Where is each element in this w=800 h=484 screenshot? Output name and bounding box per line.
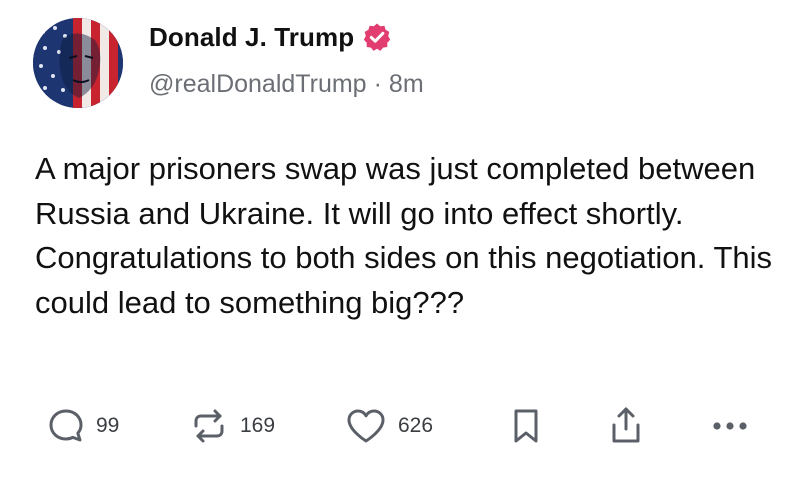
author-handle[interactable]: @realDonaldTrump [149,70,367,99]
share-button[interactable] [608,402,644,450]
reply-count: 99 [96,414,120,437]
share-icon [612,407,640,443]
repost-button[interactable]: 169 [188,402,275,450]
post-timestamp[interactable]: 8m [389,70,424,99]
more-icon [713,422,747,430]
post-body-text: A major prisoners swap was just complete… [35,151,773,320]
meta-separator: · [373,70,382,98]
verified-badge-icon [362,22,392,52]
reply-icon [49,409,83,442]
more-options-button[interactable] [710,402,750,450]
repost-count: 169 [240,414,276,437]
repost-icon [194,409,224,443]
author-name-row: Donald J. Trump [149,17,392,57]
post-action-bar: 99 169 626 [46,402,766,450]
author-display-name[interactable]: Donald J. Trump [149,22,354,53]
flag-portrait-avatar-icon [33,18,123,108]
like-button[interactable]: 626 [344,402,433,450]
reply-button[interactable]: 99 [46,402,119,450]
bookmark-button[interactable] [508,402,544,450]
bookmark-icon [514,409,538,443]
avatar[interactable] [33,18,123,108]
like-icon [347,409,385,443]
author-meta-row: @realDonaldTrump · 8m [149,70,424,99]
like-count: 626 [398,414,434,437]
post-card: Donald J. Trump @realDonaldTrump · 8m A … [0,0,800,484]
